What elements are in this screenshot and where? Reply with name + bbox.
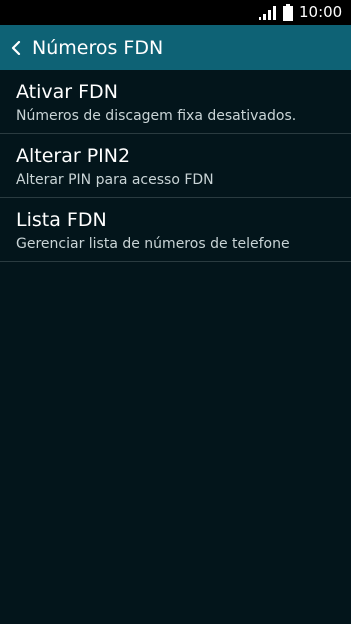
- status-clock: 10:00: [299, 3, 343, 21]
- setting-title: Alterar PIN2: [16, 145, 131, 167]
- setting-title: Lista FDN: [16, 209, 107, 231]
- setting-summary: Números de discagem fixa desativados.: [16, 108, 297, 124]
- back-icon: [11, 41, 21, 55]
- setting-title: Ativar FDN: [16, 81, 118, 103]
- setting-item-alterar-pin2[interactable]: Alterar PIN2 Alterar PIN para acesso FDN: [0, 134, 351, 198]
- phone-screen: 10:00 Números FDN Ativar FDN Números de …: [0, 0, 351, 624]
- battery-icon: [283, 4, 293, 21]
- setting-item-ativar-fdn[interactable]: Ativar FDN Números de discagem fixa desa…: [0, 70, 351, 134]
- action-bar: Números FDN: [0, 25, 351, 70]
- back-button[interactable]: Números FDN: [4, 29, 164, 66]
- setting-summary: Gerenciar lista de números de telefone: [16, 236, 290, 252]
- settings-list: Ativar FDN Números de discagem fixa desa…: [0, 70, 351, 262]
- signal-icon: [259, 6, 276, 20]
- setting-item-lista-fdn[interactable]: Lista FDN Gerenciar lista de números de …: [0, 198, 351, 262]
- status-bar: 10:00: [0, 0, 351, 25]
- page-title: Números FDN: [32, 37, 164, 59]
- setting-summary: Alterar PIN para acesso FDN: [16, 172, 214, 188]
